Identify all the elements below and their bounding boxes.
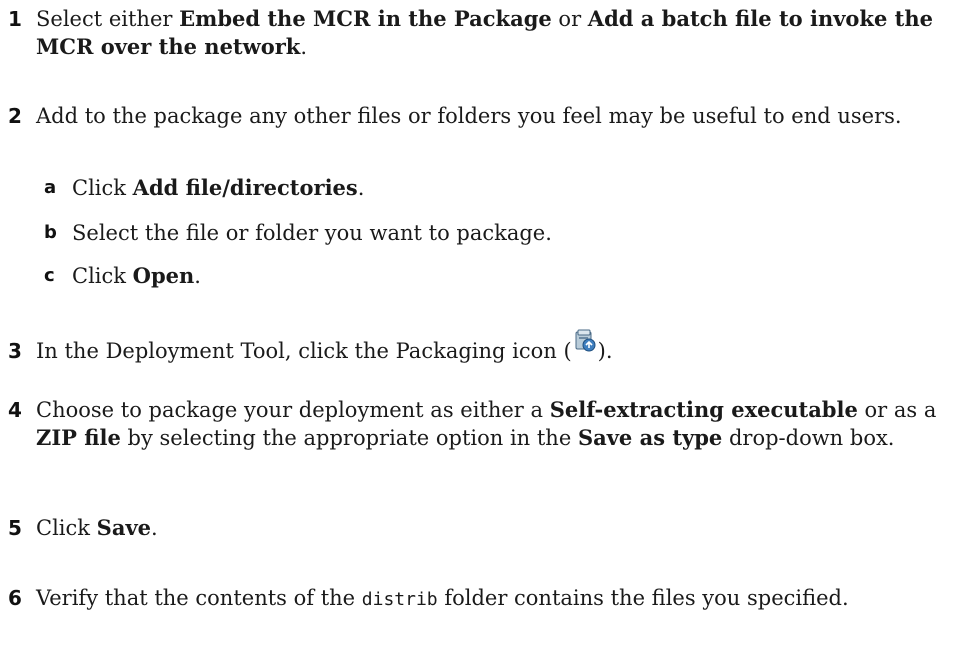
step-number: 2: [8, 104, 22, 128]
step-number: 4: [8, 398, 22, 422]
text-run: ).: [597, 339, 613, 363]
step-number: 6: [8, 586, 22, 610]
open-label: Open: [132, 263, 195, 288]
save-label: Save: [96, 515, 152, 540]
step-text: In the Deployment Tool, click the Packag…: [36, 329, 951, 365]
step-number: 3: [8, 339, 22, 363]
self-extracting-label: Self-extracting executable: [549, 397, 858, 422]
text-run: Choose to package your deployment as eit…: [36, 398, 550, 422]
text-run: .: [357, 176, 365, 200]
step-text: Add to the package any other files or fo…: [36, 104, 902, 128]
text-run: Select either: [36, 7, 180, 31]
add-file-directories-label: Add file/directories: [132, 175, 358, 200]
text-run: or as a: [857, 398, 937, 422]
substep-text: Click Open.: [72, 262, 951, 290]
packaging-icon: [573, 329, 597, 353]
step-text: Verify that the contents of the distrib …: [36, 584, 951, 614]
zip-file-label: ZIP file: [36, 425, 121, 450]
distrib-folder-name: distrib: [361, 589, 438, 610]
step-text: Choose to package your deployment as eit…: [36, 396, 951, 452]
text-run: Verify that the contents of the: [36, 586, 362, 610]
substep-letter: b: [44, 222, 57, 243]
text-run: Click: [72, 176, 133, 200]
step-number: 5: [8, 516, 22, 540]
text-run: .: [151, 516, 158, 540]
step-text: Select either Embed the MCR in the Packa…: [36, 5, 951, 61]
step-text: Click Save.: [36, 514, 951, 542]
instruction-document: 1 Select either Embed the MCR in the Pac…: [0, 0, 961, 645]
text-run: by selecting the appropriate option in t…: [120, 426, 578, 450]
option-embed-mcr: Embed the MCR in the Package: [179, 6, 552, 31]
text-run: drop-down box.: [722, 426, 895, 450]
substep-letter: c: [44, 265, 55, 286]
text-run: Click: [72, 264, 133, 288]
text-run: In the Deployment Tool, click the Packag…: [36, 339, 572, 363]
text-run: .: [300, 35, 308, 59]
substep-letter: a: [44, 177, 57, 198]
text-run: or: [551, 7, 588, 31]
substep-text: Click Add file/directories.: [72, 174, 951, 202]
text-run: folder contains the files you specified.: [437, 586, 849, 610]
save-as-type-label: Save as type: [577, 425, 723, 450]
text-run: Click: [36, 516, 97, 540]
step-number: 1: [8, 7, 22, 31]
text-run: .: [194, 264, 201, 288]
substep-text: Select the file or folder you want to pa…: [72, 221, 552, 245]
